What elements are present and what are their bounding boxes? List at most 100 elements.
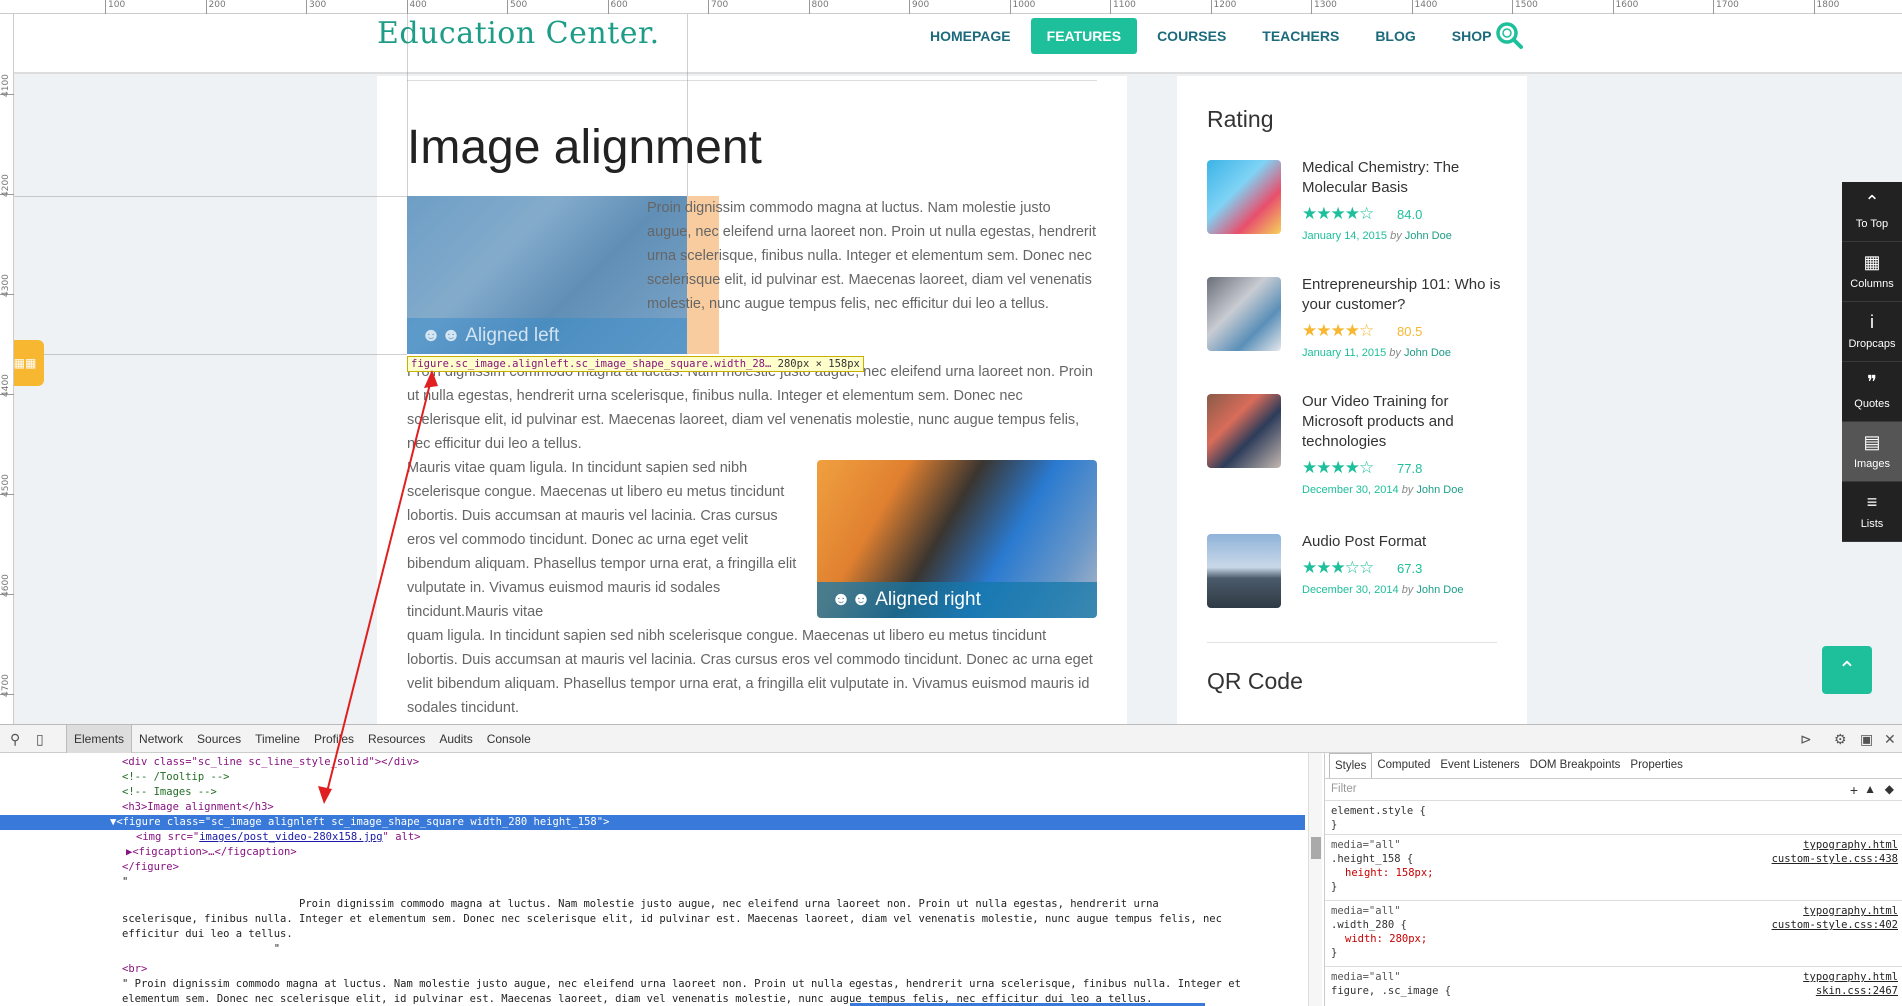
scrollbar-thumb[interactable] xyxy=(1311,837,1321,859)
dom-link[interactable]: images/post_video-280x158.jpg xyxy=(199,831,382,843)
style-rule[interactable]: media="all" figure, .sc_image { typograp… xyxy=(1325,967,1902,1001)
rule-source-link[interactable]: custom-style.css:438 xyxy=(1772,852,1898,866)
tooltip-width: 280 xyxy=(777,358,797,370)
style-rule[interactable]: media="all" .height_158 { height: 158px;… xyxy=(1325,835,1902,901)
tab-computed[interactable]: Computed xyxy=(1372,753,1435,778)
rule-source-link[interactable]: typography.html xyxy=(1803,838,1898,852)
rule-selector[interactable]: element.style { xyxy=(1331,804,1896,818)
post-title[interactable]: Medical Chemistry: The Molecular Basis xyxy=(1302,158,1507,198)
rating-item[interactable]: Medical Chemistry: The Molecular Basis ★… xyxy=(1207,158,1507,270)
rating-item[interactable]: Our Video Training for Microsoft product… xyxy=(1207,392,1507,504)
tab-sources[interactable]: Sources xyxy=(190,725,248,753)
device-mode-icon[interactable]: ▯ xyxy=(36,731,44,748)
post-title[interactable]: Audio Post Format xyxy=(1302,532,1507,552)
post-author[interactable]: John Doe xyxy=(1404,347,1451,359)
post-date[interactable]: January 11, 2015 xyxy=(1302,347,1386,359)
dom-node-selected[interactable]: ▼<figure class="sc_image alignleft sc_im… xyxy=(0,815,1305,830)
pin-icon[interactable]: ▲ xyxy=(1864,782,1876,796)
tab-profiles[interactable]: Profiles xyxy=(307,725,361,753)
ruler-tick: 700 xyxy=(708,0,728,14)
dock-icon[interactable]: ▣ xyxy=(1860,731,1873,748)
tab-styles[interactable]: Styles xyxy=(1329,753,1373,778)
ruler-tick: 1800 xyxy=(1813,0,1839,14)
rule-source-link[interactable]: skin.css:2467 xyxy=(1816,984,1898,998)
scroll-to-top-button[interactable]: ⌃ xyxy=(1822,646,1872,694)
styles-filter-input[interactable]: Filter + ▲ ◆ xyxy=(1325,779,1902,801)
post-date[interactable]: December 30, 2014 xyxy=(1302,484,1399,496)
figure-aligned-left[interactable]: ☻☻ Aligned left xyxy=(407,196,687,354)
tab-event-listeners[interactable]: Event Listeners xyxy=(1435,753,1524,778)
search-icon[interactable] xyxy=(1494,20,1524,50)
rule-source-link[interactable]: typography.html xyxy=(1803,904,1898,918)
figure-aligned-right[interactable]: ☻☻ Aligned right xyxy=(817,460,1097,618)
dom-scrollbar[interactable] xyxy=(1308,753,1322,1006)
post-date[interactable]: January 14, 2015 xyxy=(1302,230,1387,242)
post-title[interactable]: Entrepreneurship 101: Who is your custom… xyxy=(1302,275,1507,315)
tool-quotes[interactable]: ❞ Quotes xyxy=(1842,362,1902,422)
dom-node[interactable]: ▶<figcaption>…</figcaption> xyxy=(126,845,297,860)
dom-text-node[interactable]: Proin dignissim commodo magna at luctus.… xyxy=(122,897,1159,912)
dom-comment[interactable]: <!-- Images --> xyxy=(122,785,217,800)
post-thumbnail[interactable] xyxy=(1207,394,1281,468)
style-rule[interactable]: element.style { } xyxy=(1325,801,1902,835)
tab-network[interactable]: Network xyxy=(132,725,190,753)
post-thumbnail[interactable] xyxy=(1207,277,1281,351)
inspect-icon[interactable]: ⚲ xyxy=(10,731,20,748)
dom-node[interactable]: <img src="images/post_video-280x158.jpg"… xyxy=(136,830,420,845)
nav-teachers[interactable]: TEACHERS xyxy=(1246,18,1355,54)
gear-icon[interactable]: ⚙ xyxy=(1834,731,1847,748)
tool-to-top[interactable]: ⌃ To Top xyxy=(1842,182,1902,242)
ruler-tick: 4300 xyxy=(0,274,14,297)
rule-property[interactable]: width: 280px; xyxy=(1331,932,1896,946)
dom-comment[interactable]: <!-- /Tooltip --> xyxy=(122,770,229,785)
dom-text-node[interactable]: " xyxy=(122,875,128,890)
color-picker-icon[interactable]: ◆ xyxy=(1885,782,1894,796)
nav-homepage[interactable]: HOMEPAGE xyxy=(914,18,1027,54)
dom-node[interactable]: <br> xyxy=(122,962,147,977)
rule-selector[interactable]: figure, .sc_image { xyxy=(1331,984,1896,998)
rating-item[interactable]: Entrepreneurship 101: Who is your custom… xyxy=(1207,275,1507,387)
post-date[interactable]: December 30, 2014 xyxy=(1302,584,1399,596)
style-rule[interactable]: media="all" .width_280 { width: 280px; }… xyxy=(1325,901,1902,967)
rating-heading: Rating xyxy=(1207,106,1274,132)
post-title[interactable]: Our Video Training for Microsoft product… xyxy=(1302,392,1507,452)
tool-lists[interactable]: ≡ Lists xyxy=(1842,482,1902,542)
rule-source-link[interactable]: custom-style.css:402 xyxy=(1772,918,1898,932)
tab-dom-breakpoints[interactable]: DOM Breakpoints xyxy=(1525,753,1626,778)
devtools-panel: ⚲ ▯ Elements Network Sources Timeline Pr… xyxy=(0,724,1902,1006)
tool-columns[interactable]: ▦ Columns xyxy=(1842,242,1902,302)
post-thumbnail[interactable] xyxy=(1207,534,1281,608)
dom-text-node[interactable]: " xyxy=(122,942,280,957)
nav-blog[interactable]: BLOG xyxy=(1359,18,1431,54)
post-author[interactable]: John Doe xyxy=(1416,584,1463,596)
rule-property[interactable]: height: 158px; xyxy=(1331,866,1896,880)
tab-console[interactable]: Console xyxy=(480,725,538,753)
nav-features[interactable]: FEATURES xyxy=(1030,18,1138,54)
tool-dropcaps[interactable]: i Dropcaps xyxy=(1842,302,1902,362)
console-drawer-icon[interactable]: ⊳ xyxy=(1800,731,1812,748)
add-rule-icon[interactable]: + xyxy=(1850,782,1858,798)
rule-source-link[interactable]: typography.html xyxy=(1803,970,1898,984)
tool-images[interactable]: ▤ Images xyxy=(1842,422,1902,482)
post-author[interactable]: John Doe xyxy=(1405,230,1452,242)
rating-score: 84.0 xyxy=(1397,207,1423,222)
dom-node[interactable]: <div class="sc_line sc_line_style_solid"… xyxy=(122,755,419,770)
dom-text-node[interactable]: scelerisque, finibus nulla. Integer et e… xyxy=(122,912,1222,927)
tab-properties[interactable]: Properties xyxy=(1625,753,1687,778)
close-icon[interactable]: ✕ xyxy=(1884,731,1896,748)
dom-text-node[interactable]: efficitur dui leo a tellus. xyxy=(122,927,293,942)
tab-audits[interactable]: Audits xyxy=(432,725,479,753)
by-label: by xyxy=(1389,347,1401,359)
dom-node[interactable]: <h3>Image alignment</h3> xyxy=(122,800,274,815)
tab-elements[interactable]: Elements xyxy=(66,725,133,753)
nav-courses[interactable]: COURSES xyxy=(1141,18,1242,54)
tab-resources[interactable]: Resources xyxy=(361,725,432,753)
tab-timeline[interactable]: Timeline xyxy=(248,725,307,753)
dom-node[interactable]: </figure> xyxy=(122,860,179,875)
rating-item[interactable]: Audio Post Format ★★★☆☆ 67.3 December 30… xyxy=(1207,532,1507,644)
dom-text-node[interactable]: " Proin dignissim commodo magna at luctu… xyxy=(122,977,1241,992)
site-logo[interactable]: Education Center. xyxy=(377,16,660,51)
post-thumbnail[interactable] xyxy=(1207,160,1281,234)
post-author[interactable]: John Doe xyxy=(1416,484,1463,496)
post-meta: January 11, 2015 by John Doe xyxy=(1302,347,1451,359)
